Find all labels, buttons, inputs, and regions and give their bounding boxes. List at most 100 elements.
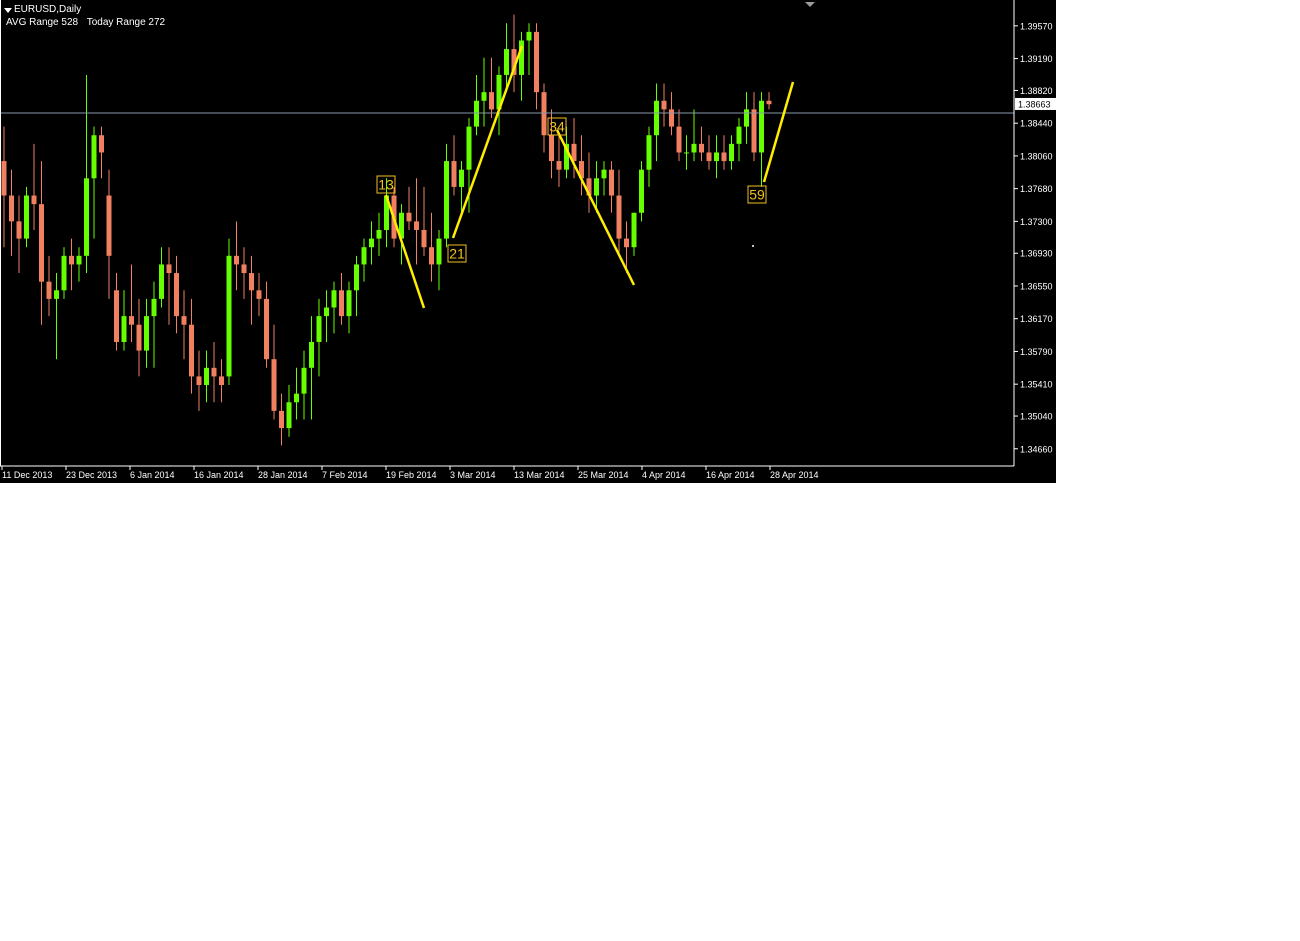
candle-body — [31, 195, 37, 205]
candle-body — [361, 247, 367, 265]
candle-body — [406, 212, 412, 222]
candle — [541, 83, 547, 153]
candle — [766, 92, 772, 110]
candle — [16, 195, 22, 274]
candle — [639, 161, 644, 222]
candle-body — [481, 92, 487, 101]
candle-body — [129, 316, 134, 325]
candle — [106, 169, 112, 299]
x-tick-label: 23 Dec 2013 — [66, 470, 117, 480]
candle — [249, 255, 254, 325]
candle-body — [249, 273, 254, 291]
candle — [444, 143, 449, 248]
range-info: AVG Range 528 Today Range 272 — [6, 17, 171, 28]
candle-body — [69, 255, 74, 265]
candle-body — [376, 229, 382, 239]
candle-body — [489, 92, 494, 110]
candle-body — [151, 298, 157, 317]
candle — [181, 290, 187, 360]
candle — [699, 126, 704, 162]
candle — [586, 152, 592, 213]
x-tick-label: 6 Jan 2014 — [130, 470, 175, 480]
candle-body — [99, 135, 104, 153]
candle-body — [676, 126, 682, 153]
candle-body — [751, 109, 757, 153]
candle — [759, 92, 764, 187]
candle — [519, 31, 524, 101]
candle — [684, 135, 689, 170]
candle-body — [354, 264, 359, 291]
wave-label: 59 — [747, 185, 767, 204]
candle-body — [729, 143, 734, 162]
candle-body — [316, 316, 322, 342]
y-tick-label: 1.38060 — [1020, 151, 1053, 161]
candle-body — [736, 126, 742, 144]
candle-body — [759, 100, 764, 153]
y-tick-label: 1.36930 — [1020, 249, 1053, 259]
y-tick-label: 1.35040 — [1020, 412, 1053, 422]
y-tick-label: 1.35410 — [1020, 380, 1053, 390]
candle-body — [271, 359, 277, 411]
candle-body — [114, 290, 119, 342]
y-tick-label: 1.36170 — [1020, 314, 1053, 324]
candle-body — [76, 255, 82, 265]
candle — [196, 350, 202, 411]
candle — [76, 247, 82, 282]
candle-body — [24, 195, 29, 239]
chart-shift-marker-icon[interactable] — [805, 2, 815, 7]
candle-body — [624, 238, 629, 248]
candle — [39, 161, 44, 325]
chart-window[interactable]: 13 21 34 59 1.39570 1.39190 1.38820 1.38440 1.3… — [0, 0, 1056, 483]
candle — [714, 135, 719, 179]
candle-body — [121, 316, 127, 342]
candle — [1, 126, 7, 248]
candle-body — [549, 135, 554, 162]
candle-body — [594, 178, 599, 196]
candle-body — [84, 178, 89, 256]
candle — [474, 74, 479, 136]
wave-label-text: 34 — [549, 119, 565, 135]
candle-body — [46, 281, 52, 299]
candle — [234, 221, 239, 291]
candle — [646, 126, 652, 187]
candle-body — [429, 247, 434, 265]
candle-body — [714, 152, 719, 162]
candle — [151, 281, 157, 368]
candle — [744, 92, 749, 144]
y-tick-label: 1.36550 — [1020, 281, 1053, 291]
candle-body — [609, 169, 614, 196]
candle-body — [444, 161, 449, 239]
chevron-down-icon[interactable] — [4, 8, 12, 13]
candle — [61, 247, 67, 299]
candle-body — [196, 376, 202, 386]
candle — [174, 255, 179, 334]
candlestick-chart[interactable]: 13213459 1.395701.391901.388201.384401.3… — [0, 0, 1056, 483]
candle — [706, 135, 712, 170]
candle-body — [294, 393, 299, 403]
wave-label: 34 — [547, 117, 567, 136]
candle-body — [286, 402, 292, 429]
y-tick-label: 1.39570 — [1020, 21, 1053, 31]
candle-body — [234, 255, 239, 265]
wave-line — [384, 194, 426, 309]
candle — [159, 247, 164, 308]
candle-body — [616, 195, 622, 239]
candle — [114, 273, 119, 351]
candle — [369, 221, 374, 265]
candle-body — [219, 376, 224, 386]
candle — [31, 143, 37, 230]
candle-body — [639, 169, 644, 213]
candle-body — [144, 316, 149, 351]
candle — [309, 316, 314, 420]
candle-body — [211, 367, 217, 377]
candle-body — [1, 161, 7, 196]
candle — [84, 74, 89, 274]
candle — [99, 126, 104, 179]
candle-body — [691, 143, 697, 153]
candle — [144, 298, 149, 368]
price-axis: 1.39570 1.39190 1.38820 1.38440 1.38060 1.376… — [1013, 0, 1056, 466]
candle — [286, 385, 292, 437]
candle — [226, 238, 232, 386]
candle-body — [601, 169, 607, 179]
x-tick-label: 28 Apr 2014 — [770, 470, 819, 480]
